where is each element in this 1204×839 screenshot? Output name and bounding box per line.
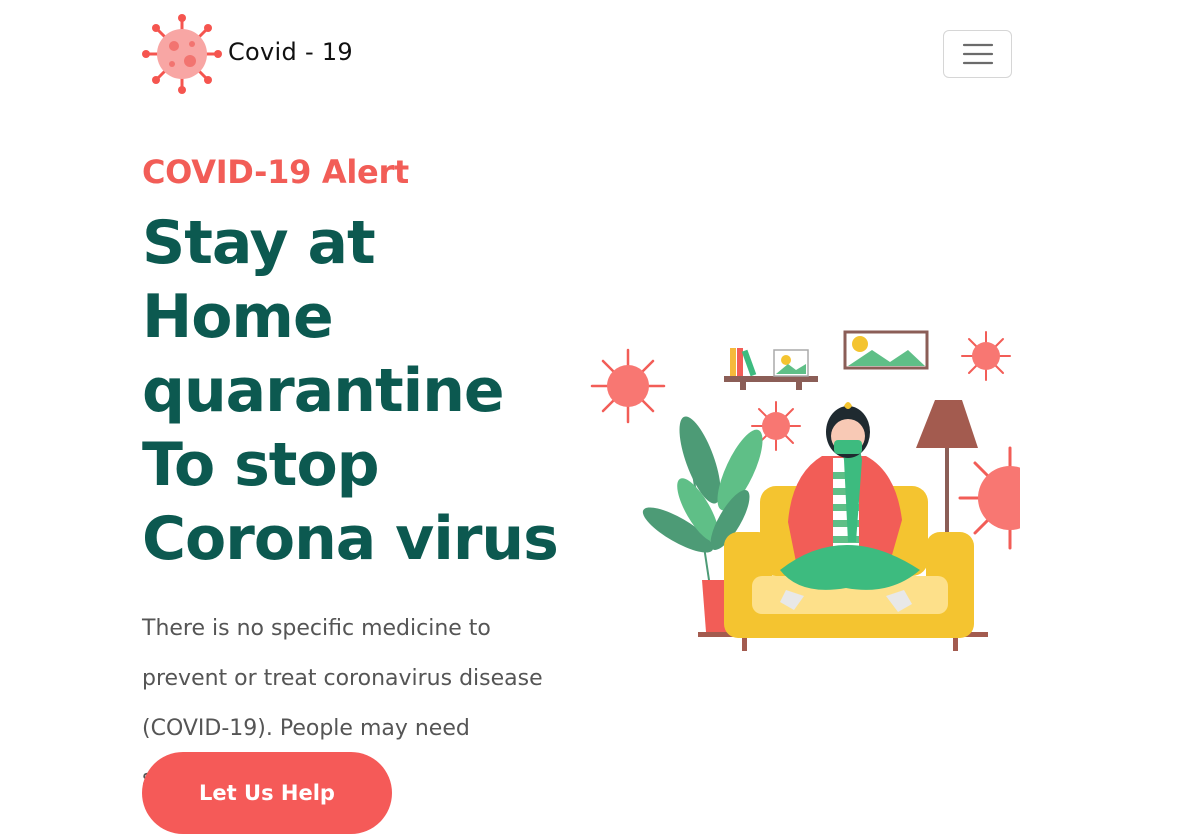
- woman-quarantine-illustration: [590, 330, 1020, 651]
- hero-headline: Stay at Home quarantine To stop Corona v…: [142, 208, 559, 574]
- alert-subtitle: COVID-19 Alert: [142, 153, 409, 191]
- brand-name: Covid - 19: [228, 38, 354, 66]
- let-us-help-button[interactable]: Let Us Help: [142, 752, 392, 834]
- navbar: Covid - 19: [142, 14, 1012, 94]
- menu-toggle-button[interactable]: [943, 30, 1012, 78]
- wall-picture: [843, 330, 929, 370]
- hero-text: COVID-19 Alert Stay at Home quarantine T…: [142, 150, 572, 804]
- shelf: [724, 348, 818, 390]
- woman-figure: [780, 402, 920, 612]
- virus-icon: [142, 14, 222, 94]
- hamburger-menu-icon: [962, 43, 993, 65]
- brand[interactable]: Covid - 19: [142, 14, 353, 94]
